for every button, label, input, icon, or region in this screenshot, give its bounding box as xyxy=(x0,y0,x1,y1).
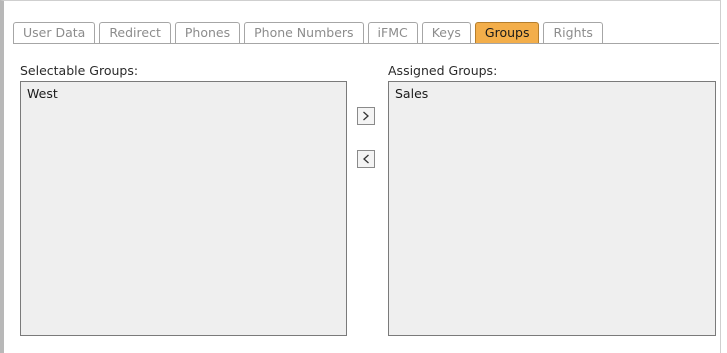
groups-panel: User Data Redirect Phones Phone Numbers … xyxy=(0,0,721,353)
assigned-groups-label: Assigned Groups: xyxy=(388,63,498,78)
chevron-right-icon xyxy=(363,111,369,121)
tab-redirect[interactable]: Redirect xyxy=(99,22,171,43)
selectable-groups-list[interactable]: West xyxy=(20,81,347,336)
tab-groups[interactable]: Groups xyxy=(474,22,540,43)
tab-bar: User Data Redirect Phones Phone Numbers … xyxy=(13,21,603,43)
list-item[interactable]: West xyxy=(27,86,340,102)
tab-divider xyxy=(13,43,719,44)
tab-rights[interactable]: Rights xyxy=(543,22,603,43)
remove-group-button[interactable] xyxy=(357,150,375,168)
chevron-left-icon xyxy=(363,154,369,164)
assigned-groups-list[interactable]: Sales xyxy=(388,81,716,336)
tab-user-data[interactable]: User Data xyxy=(13,22,96,43)
tab-phone-numbers[interactable]: Phone Numbers xyxy=(244,22,364,43)
tab-phones[interactable]: Phones xyxy=(174,22,241,43)
tab-keys[interactable]: Keys xyxy=(421,22,471,43)
tab-ifmc[interactable]: iFMC xyxy=(367,22,418,43)
selectable-groups-label: Selectable Groups: xyxy=(20,63,139,78)
add-group-button[interactable] xyxy=(357,107,375,125)
list-item[interactable]: Sales xyxy=(395,86,709,102)
